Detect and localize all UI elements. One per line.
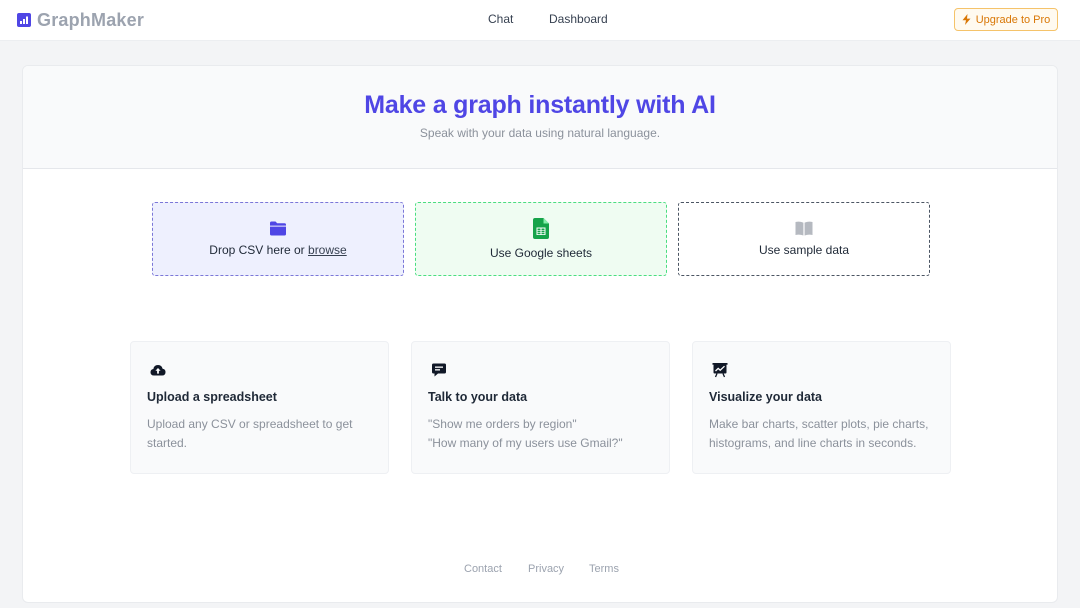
open-book-icon [795, 221, 813, 236]
nav-link-chat[interactable]: Chat [488, 12, 513, 26]
feature-title: Upload a spreadsheet [147, 390, 277, 404]
sample-data-option[interactable]: Use sample data [678, 202, 930, 276]
footer-link-contact[interactable]: Contact [464, 563, 502, 575]
feature-description: Upload any CSV or spreadsheet to get sta… [147, 417, 353, 450]
google-sheets-icon [533, 218, 549, 239]
footer-link-privacy[interactable]: Privacy [528, 563, 564, 575]
feature-card-upload: Upload a spreadsheet Upload any CSV or s… [130, 341, 389, 474]
brand-name: GraphMaker [37, 9, 145, 30]
bar-chart-logo-icon [17, 13, 31, 27]
nav-link-dashboard[interactable]: Dashboard [549, 12, 608, 26]
feature-title: Talk to your data [428, 390, 528, 404]
google-sheets-label: Use Google sheets [489, 246, 593, 260]
csv-drop-text: Drop CSV here or [209, 243, 309, 257]
main-card: Make a graph instantly with AI Speak wit… [22, 65, 1058, 603]
upgrade-label: Upgrade to Pro [975, 13, 1051, 26]
google-sheets-option[interactable]: Use Google sheets [415, 202, 667, 276]
csv-drop-label: Drop CSV here or browse [209, 243, 346, 257]
hero-section: Make a graph instantly with AI Speak wit… [23, 66, 1057, 169]
feature-description: Make bar charts, scatter plots, pie char… [709, 417, 929, 450]
presentation-chart-icon [712, 363, 728, 378]
browse-link[interactable]: browse [308, 243, 347, 257]
top-nav-bar: GraphMaker Chat Dashboard Upgrade to Pro [0, 0, 1080, 41]
chat-bubble-icon [432, 363, 446, 377]
feature-title: Visualize your data [709, 390, 823, 404]
footer-links: Contact Privacy Terms [23, 563, 1057, 577]
lightning-bolt-icon [962, 14, 971, 25]
feature-card-talk: Talk to your data "Show me orders by reg… [411, 341, 670, 474]
main-nav: Chat Dashboard [0, 12, 1080, 28]
page-subtitle: Speak with your data using natural langu… [419, 126, 661, 140]
brand-link[interactable]: GraphMaker [17, 9, 144, 31]
footer-link-terms[interactable]: Terms [589, 563, 619, 575]
feature-card-visualize: Visualize your data Make bar charts, sca… [692, 341, 951, 474]
cloud-upload-icon [150, 365, 166, 376]
sample-data-label: Use sample data [758, 243, 850, 257]
feature-description: "Show me orders by region" "How many of … [428, 417, 623, 450]
folder-icon [270, 221, 286, 236]
page-title: Make a graph instantly with AI [364, 91, 716, 119]
upgrade-to-pro-button[interactable]: Upgrade to Pro [954, 8, 1058, 31]
csv-drop-zone[interactable]: Drop CSV here or browse [152, 202, 404, 276]
